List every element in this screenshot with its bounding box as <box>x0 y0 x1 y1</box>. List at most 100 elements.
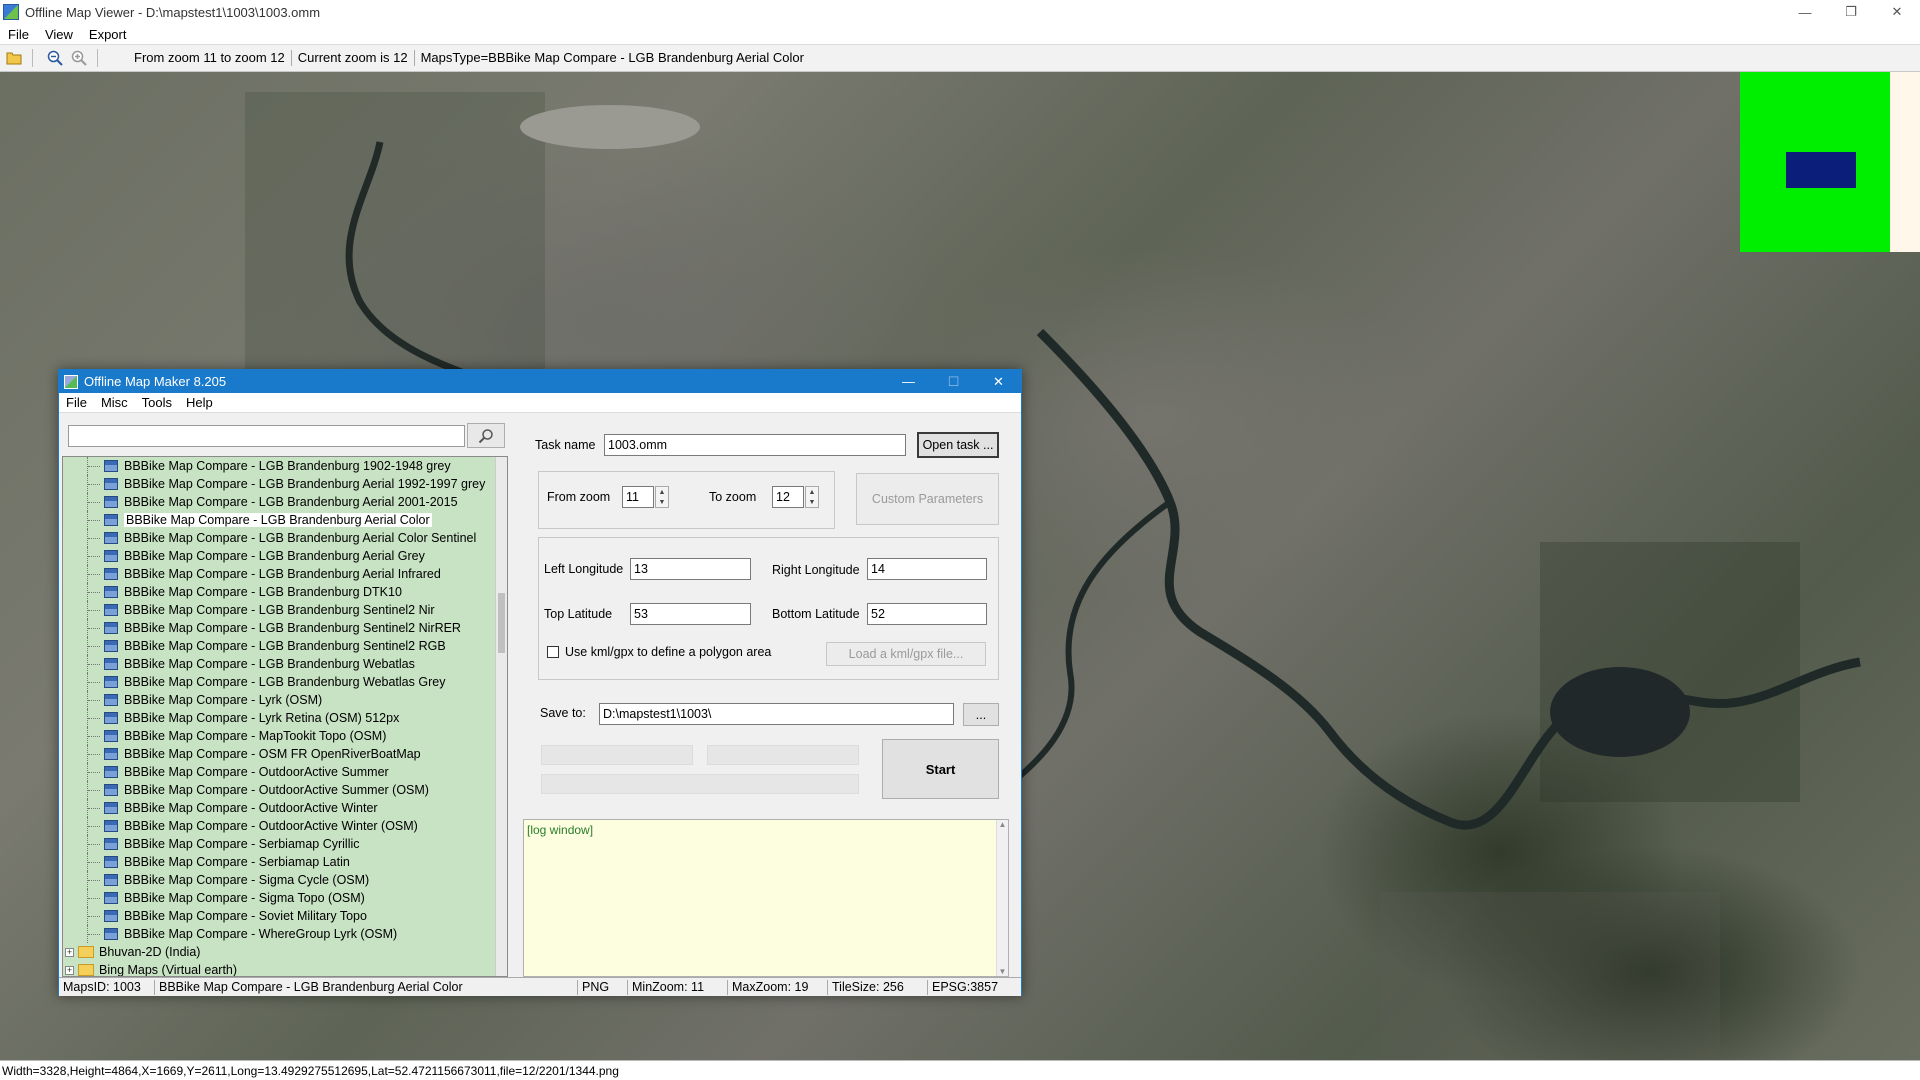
tree-item[interactable]: BBBike Map Compare - LGB Brandenburg Aer… <box>63 565 507 583</box>
tree-item[interactable]: BBBike Map Compare - LGB Brandenburg Aer… <box>63 493 507 511</box>
zoom-in-icon[interactable] <box>69 48 89 68</box>
map-layer-icon <box>104 586 118 598</box>
tree-scrollbar-thumb[interactable] <box>498 593 505 653</box>
tree-item[interactable]: BBBike Map Compare - OutdoorActive Summe… <box>63 763 507 781</box>
menu-export[interactable]: Export <box>81 27 135 42</box>
dialog-maximize-button[interactable]: ☐ <box>931 370 976 393</box>
map-layer-icon <box>104 892 118 904</box>
dialog-title: Offline Map Maker 8.205 <box>84 374 227 389</box>
status-format: PNG <box>578 979 628 995</box>
top-latitude-input[interactable]: 53 <box>630 603 751 625</box>
tree-item[interactable]: BBBike Map Compare - LGB Brandenburg Aer… <box>63 529 507 547</box>
coordinate-status-bar: Width=3328,Height=4864,X=1669,Y=2611,Lon… <box>0 1060 1920 1080</box>
tree-item-label: BBBike Map Compare - LGB Brandenburg Aer… <box>124 513 432 527</box>
tree-item[interactable]: BBBike Map Compare - LGB Brandenburg Sen… <box>63 601 507 619</box>
custom-parameters-button[interactable]: Custom Parameters <box>856 473 999 525</box>
progress-bar-2 <box>707 745 859 765</box>
tree-item[interactable]: BBBike Map Compare - Sigma Topo (OSM) <box>63 889 507 907</box>
tree-item[interactable]: BBBike Map Compare - OutdoorActive Winte… <box>63 799 507 817</box>
tree-item-label: BBBike Map Compare - WhereGroup Lyrk (OS… <box>124 927 398 941</box>
tree-item[interactable]: BBBike Map Compare - LGB Brandenburg Aer… <box>63 511 507 529</box>
tree-item-label: BBBike Map Compare - LGB Brandenburg 190… <box>124 459 451 473</box>
restore-button[interactable]: ❐ <box>1828 0 1874 24</box>
tree-item[interactable]: BBBike Map Compare - LGB Brandenburg Aer… <box>63 475 507 493</box>
log-scrollbar[interactable]: ▲ ▼ <box>996 820 1008 976</box>
tree-item[interactable]: BBBike Map Compare - LGB Brandenburg Sen… <box>63 637 507 655</box>
save-to-input[interactable]: D:\mapstest1\1003\ <box>599 703 954 725</box>
from-zoom-input[interactable]: 11 <box>622 486 654 508</box>
expand-icon[interactable]: + <box>65 965 74 975</box>
dialog-window-controls: — ☐ ✕ <box>886 370 1021 393</box>
status-maps-name: BBBike Map Compare - LGB Brandenburg Aer… <box>155 979 578 995</box>
tree-item[interactable]: BBBike Map Compare - Lyrk Retina (OSM) 5… <box>63 709 507 727</box>
tree-item-label: BBBike Map Compare - LGB Brandenburg Aer… <box>124 549 425 563</box>
main-toolbar: From zoom 11 to zoom 12 Current zoom is … <box>0 44 1920 72</box>
tree-folder[interactable]: + Bhuvan-2D (India) <box>63 943 507 961</box>
tree-item[interactable]: BBBike Map Compare - Lyrk (OSM) <box>63 691 507 709</box>
tree-item-label: BBBike Map Compare - LGB Brandenburg Sen… <box>124 639 446 653</box>
to-zoom-input[interactable]: 12 <box>772 486 804 508</box>
menu-file[interactable]: File <box>0 27 37 42</box>
tree-item[interactable]: BBBike Map Compare - LGB Brandenburg Sen… <box>63 619 507 637</box>
dialog-menu-tools[interactable]: Tools <box>135 395 179 410</box>
right-longitude-input[interactable]: 14 <box>867 558 987 580</box>
task-name-input[interactable]: 1003.omm <box>604 434 906 456</box>
window-controls: — ❐ ✕ <box>1782 0 1920 24</box>
map-layer-icon <box>104 712 118 724</box>
bottom-latitude-input[interactable]: 52 <box>867 603 987 625</box>
dialog-menu-help[interactable]: Help <box>179 395 220 410</box>
tree-item[interactable]: BBBike Map Compare - LGB Brandenburg DTK… <box>63 583 507 601</box>
tree-item[interactable]: BBBike Map Compare - LGB Brandenburg Web… <box>63 673 507 691</box>
use-kml-checkbox[interactable] <box>547 646 559 658</box>
tree-item[interactable]: BBBike Map Compare - Soviet Military Top… <box>63 907 507 925</box>
tree-item-label: BBBike Map Compare - OutdoorActive Summe… <box>124 783 429 797</box>
tree-item[interactable]: BBBike Map Compare - MapTookit Topo (OSM… <box>63 727 507 745</box>
minimize-button[interactable]: — <box>1782 0 1828 24</box>
start-button[interactable]: Start <box>882 739 999 799</box>
dialog-menu-file[interactable]: File <box>59 395 94 410</box>
tree-item[interactable]: BBBike Map Compare - OutdoorActive Summe… <box>63 781 507 799</box>
tree-item-label: BBBike Map Compare - Lyrk (OSM) <box>124 693 323 707</box>
toolbar-separator <box>97 49 98 67</box>
maps-type-text: MapsType=BBBike Map Compare - LGB Brande… <box>420 50 804 65</box>
to-zoom-spinner[interactable]: ▲ ▼ <box>805 486 819 508</box>
load-kml-button[interactable]: Load a kml/gpx file... <box>826 642 986 666</box>
maps-tree[interactable]: BBBike Map Compare - LGB Brandenburg 190… <box>62 456 508 977</box>
status-tile-size: TileSize: 256 <box>828 979 928 995</box>
map-layer-icon <box>104 820 118 832</box>
tree-item[interactable]: BBBike Map Compare - OSM FR OpenRiverBoa… <box>63 745 507 763</box>
menu-view[interactable]: View <box>37 27 81 42</box>
dialog-menu-misc[interactable]: Misc <box>94 395 135 410</box>
search-button[interactable] <box>467 423 505 448</box>
status-epsg: EPSG:3857 <box>932 979 999 994</box>
tree-item[interactable]: BBBike Map Compare - Sigma Cycle (OSM) <box>63 871 507 889</box>
tree-item[interactable]: BBBike Map Compare - LGB Brandenburg 190… <box>63 457 507 475</box>
from-zoom-spinner[interactable]: ▲ ▼ <box>655 486 669 508</box>
tree-item[interactable]: BBBike Map Compare - LGB Brandenburg Aer… <box>63 547 507 565</box>
from-zoom-label: From zoom <box>547 490 611 504</box>
browse-button[interactable]: ... <box>963 703 999 726</box>
map-layer-icon <box>104 802 118 814</box>
tree-item[interactable]: BBBike Map Compare - OutdoorActive Winte… <box>63 817 507 835</box>
tree-item-label: BBBike Map Compare - LGB Brandenburg Aer… <box>124 531 477 545</box>
tree-item[interactable]: BBBike Map Compare - WhereGroup Lyrk (OS… <box>63 925 507 943</box>
log-window[interactable]: [log window] ▲ ▼ <box>523 819 1009 977</box>
tree-item[interactable]: BBBike Map Compare - LGB Brandenburg Web… <box>63 655 507 673</box>
current-zoom-text: Current zoom is 12 <box>292 50 415 66</box>
tree-item[interactable]: BBBike Map Compare - Serbiamap Latin <box>63 853 507 871</box>
tree-folder[interactable]: + Bing Maps (Virtual earth) <box>63 961 507 976</box>
left-longitude-input[interactable]: 13 <box>630 558 751 580</box>
map-search-input[interactable] <box>68 425 465 447</box>
dialog-close-button[interactable]: ✕ <box>976 370 1021 393</box>
expand-icon[interactable]: + <box>65 947 74 957</box>
window-title: Offline Map Viewer - D:\mapstest1\1003\1… <box>25 4 321 20</box>
dialog-minimize-button[interactable]: — <box>886 370 931 393</box>
close-button[interactable]: ✕ <box>1874 0 1920 24</box>
overview-viewport-rect[interactable] <box>1786 152 1856 188</box>
tree-scrollbar[interactable] <box>495 457 507 976</box>
tree-item[interactable]: BBBike Map Compare - Serbiamap Cyrillic <box>63 835 507 853</box>
map-layer-icon <box>104 514 118 526</box>
open-folder-icon[interactable] <box>4 48 24 68</box>
zoom-out-icon[interactable] <box>45 48 65 68</box>
open-task-button[interactable]: Open task ... <box>917 432 999 458</box>
